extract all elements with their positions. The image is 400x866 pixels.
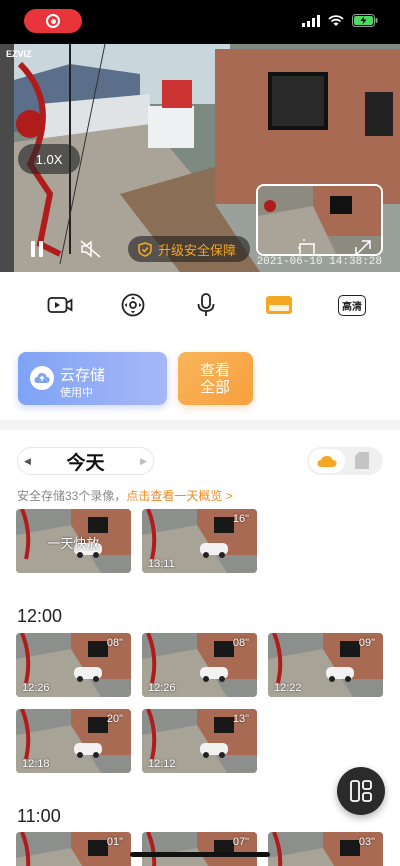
clip-time: 13:11	[148, 558, 175, 570]
live-video-player[interactable]: EZVIZ 1.0X 升级安全保障 2021-06-10 14:38:28	[0, 44, 400, 272]
cloud-upload-icon	[30, 366, 54, 390]
hour-heading: 12:00	[17, 606, 63, 626]
clip-time: 12:22	[274, 682, 302, 694]
clip-thumbnail[interactable]: 07"	[142, 832, 257, 866]
record-icon	[46, 14, 60, 28]
video-record-icon	[47, 297, 73, 313]
window-mode-button[interactable]	[263, 290, 295, 320]
clip-duration: 08"	[106, 637, 123, 649]
clip-thumbnail[interactable]: 08" 12:26	[16, 633, 131, 697]
clip-time: 12:12	[148, 758, 176, 770]
sd-card-icon	[355, 452, 369, 469]
cloud-source-option[interactable]	[309, 449, 345, 473]
shield-icon	[138, 241, 152, 257]
view-all-line1: 查看	[200, 362, 231, 379]
mute-icon[interactable]	[80, 240, 102, 258]
layout-toggle-button[interactable]	[337, 767, 385, 815]
clip-duration: 03"	[358, 836, 375, 848]
clip-time: 12:18	[22, 758, 50, 770]
ptz-control-icon	[121, 293, 145, 317]
microphone-icon	[197, 293, 215, 316]
clip-duration: 16"	[232, 513, 249, 525]
clip-thumbnail[interactable]: 09" 12:22	[268, 633, 383, 697]
battery-charging-icon	[352, 14, 378, 27]
section-divider	[0, 420, 400, 430]
cloud-storage-title: 云存储	[60, 367, 106, 384]
pause-icon[interactable]	[28, 240, 46, 258]
clip-duration: 07"	[232, 836, 249, 848]
upgrade-label: 升级安全保障	[158, 242, 237, 258]
record-video-button[interactable]	[44, 290, 76, 320]
home-indicator[interactable]	[130, 852, 270, 857]
layout-toggle-icon	[350, 780, 372, 802]
clip-duration: 09"	[358, 637, 375, 649]
ptz-control-button[interactable]	[117, 290, 149, 320]
view-all-card[interactable]: 查看 全部	[178, 352, 253, 405]
clip-duration: 08"	[232, 637, 249, 649]
date-label: 今天	[66, 452, 105, 474]
clip-duration: 01"	[106, 836, 123, 848]
cloud-icon	[317, 455, 337, 467]
day-timelapse-clip[interactable]: 一天快放	[16, 509, 131, 573]
talk-button[interactable]	[190, 290, 222, 320]
clip-label: 一天快放	[47, 536, 100, 551]
wifi-icon	[328, 14, 344, 26]
day-overview-link[interactable]: 点击查看一天概览 >	[126, 489, 232, 503]
date-selector[interactable]: ◀ 今天 ▶	[17, 447, 154, 475]
fullscreen-icon[interactable]	[298, 238, 378, 258]
cloud-storage-card[interactable]: 云存储 使用中	[18, 352, 167, 405]
view-all-line2: 全部	[200, 379, 231, 396]
zoom-level[interactable]: 1.0X	[18, 144, 80, 174]
previous-day-icon[interactable]: ◀	[24, 456, 31, 467]
clip-time: 12:26	[22, 682, 50, 694]
quality-button[interactable]: 高清	[336, 290, 368, 320]
brand-logo: EZVIZ	[6, 49, 32, 59]
signal-icon	[302, 14, 320, 27]
clip-thumbnail[interactable]: 13" 12:12	[142, 709, 257, 773]
control-toolbar: 高清	[0, 282, 400, 328]
clip-duration: 20"	[106, 713, 123, 725]
upgrade-security-button[interactable]: 升级安全保障	[128, 236, 251, 262]
clip-thumbnail[interactable]: 03"	[268, 832, 383, 866]
recording-summary: 安全存储33个录像，点击查看一天概览 >	[17, 487, 233, 504]
storage-source-toggle[interactable]	[307, 447, 383, 475]
clip-time: 12:26	[148, 682, 176, 694]
window-icon	[266, 296, 292, 314]
hour-heading: 11:00	[17, 806, 61, 826]
status-bar	[0, 0, 400, 44]
video-timestamp: 2021-06-10 14:38:28	[256, 256, 382, 268]
clip-thumbnail[interactable]: 16" 13:11	[142, 509, 257, 573]
clip-duration: 13"	[232, 713, 249, 725]
clip-thumbnail[interactable]: 01"	[16, 832, 131, 866]
clip-thumbnail[interactable]: 08" 12:26	[142, 633, 257, 697]
recording-count-text: 安全存储33个录像，	[17, 489, 127, 503]
sd-card-option[interactable]	[355, 452, 369, 474]
next-day-icon[interactable]: ▶	[140, 456, 147, 467]
quality-label: 高清	[338, 294, 366, 316]
cloud-storage-status: 使用中	[60, 387, 93, 399]
clip-thumbnail[interactable]: 20" 12:18	[16, 709, 131, 773]
screen-recording-indicator[interactable]	[24, 9, 82, 33]
